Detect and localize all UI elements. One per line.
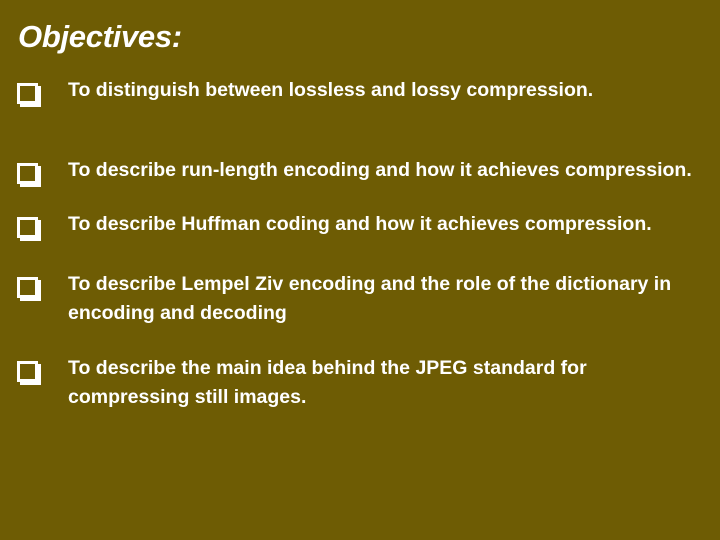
- list-item: To distinguish between lossless and loss…: [0, 76, 720, 105]
- list-item-text: To describe run-length encoding and how …: [68, 159, 692, 181]
- square-bullet-icon: [17, 361, 38, 382]
- square-bullet-icon: [17, 163, 38, 184]
- square-bullet-icon: [17, 83, 38, 104]
- list-item-text: To describe Lempel Ziv encoding and the …: [68, 273, 672, 324]
- list-item: To describe the main idea behind the JPE…: [0, 354, 720, 412]
- presentation-slide: Objectives: To distinguish between lossl…: [0, 0, 720, 540]
- list-item: To describe Lempel Ziv encoding and the …: [0, 270, 720, 328]
- square-bullet-icon: [17, 277, 38, 298]
- objectives-list: To distinguish between lossless and loss…: [0, 76, 720, 412]
- list-item-text: To describe Huffman coding and how it ac…: [68, 213, 652, 235]
- list-item-text: To describe the main idea behind the JPE…: [68, 357, 587, 408]
- list-item-text: To distinguish between lossless and loss…: [68, 79, 594, 101]
- list-item: To describe Huffman coding and how it ac…: [0, 210, 720, 239]
- page-title: Objectives:: [18, 19, 182, 54]
- square-bullet-icon: [17, 217, 38, 238]
- list-item: To describe run-length encoding and how …: [0, 156, 720, 185]
